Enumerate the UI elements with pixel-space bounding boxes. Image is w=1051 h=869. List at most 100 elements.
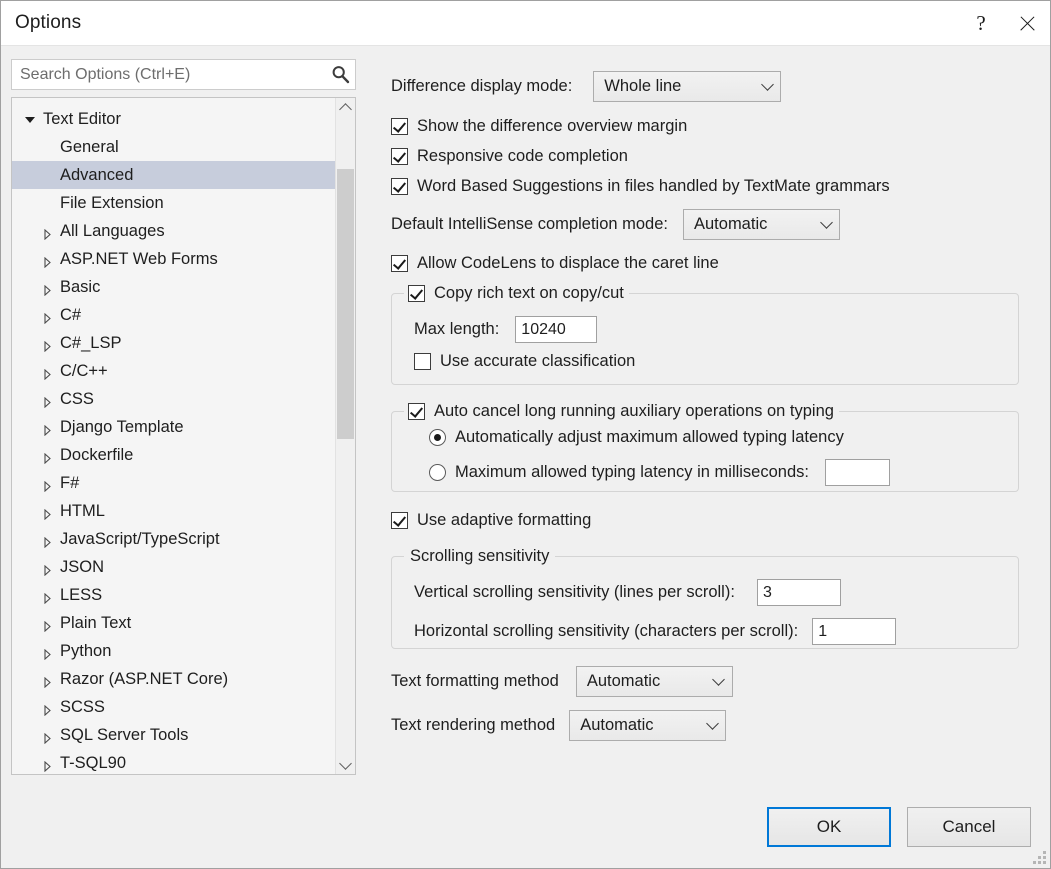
expander-collapsed-icon[interactable]: [36, 730, 58, 744]
expander-collapsed-icon[interactable]: [36, 534, 58, 548]
chevron-down-icon: [706, 673, 732, 688]
use-adaptive-formatting-label: Use adaptive formatting: [417, 511, 592, 529]
scrollbar-thumb[interactable]: [337, 169, 354, 439]
max-latency-input[interactable]: [824, 459, 890, 486]
expander-collapsed-icon[interactable]: [36, 562, 58, 576]
triangle-right-icon: [43, 310, 51, 324]
tree-item-label: JSON: [60, 557, 105, 576]
use-accurate-classification-label: Use accurate classification: [440, 352, 636, 370]
scroll-down-button[interactable]: [336, 755, 355, 774]
tree-item-label: Python: [60, 641, 112, 660]
triangle-right-icon: [43, 674, 51, 688]
expander-collapsed-icon[interactable]: [36, 702, 58, 716]
chevron-down-icon: [754, 78, 780, 93]
expander-collapsed-icon[interactable]: [36, 674, 58, 688]
scroll-up-button[interactable]: [336, 98, 355, 117]
tree-item-scss[interactable]: SCSS: [12, 693, 335, 721]
radio-maximum-allowed-latency[interactable]: Maximum allowed typing latency in millis…: [429, 459, 890, 486]
tree-item-t-sql90[interactable]: T-SQL90: [12, 749, 335, 774]
expander-collapsed-icon[interactable]: [36, 478, 58, 492]
expander-collapsed-icon[interactable]: [36, 422, 58, 436]
default-intellisense-completion-mode-dropdown[interactable]: Automatic: [683, 209, 840, 240]
resize-grip[interactable]: [1033, 851, 1046, 864]
tree-item-plain-text[interactable]: Plain Text: [12, 609, 335, 637]
tree-item-label: LESS: [60, 585, 103, 604]
tree-item-label: JavaScript/TypeScript: [60, 529, 220, 548]
tree-item-json[interactable]: JSON: [12, 553, 335, 581]
triangle-right-icon: [43, 226, 51, 240]
text-rendering-method-dropdown[interactable]: Automatic: [569, 710, 727, 741]
expander-collapsed-icon[interactable]: [36, 310, 58, 324]
tree-item-c-lsp[interactable]: C#_LSP: [12, 329, 335, 357]
allow-codelens-checkbox[interactable]: Allow CodeLens to displace the caret lin…: [391, 254, 1031, 273]
tree-item-dockerfile[interactable]: Dockerfile: [12, 441, 335, 469]
tree-item-text-editor[interactable]: Text Editor: [12, 105, 335, 133]
triangle-right-icon: [43, 366, 51, 380]
tree-item-advanced[interactable]: Advanced: [12, 161, 335, 189]
search-input[interactable]: [12, 61, 325, 88]
expander-collapsed-icon[interactable]: [36, 338, 58, 352]
tree-item-asp-net-web-forms[interactable]: ASP.NET Web Forms: [12, 245, 335, 273]
horizontal-scrolling-row: Horizontal scrolling sensitivity (charac…: [414, 618, 897, 645]
tree-item-razor-asp-net-core[interactable]: Razor (ASP.NET Core): [12, 665, 335, 693]
tree-item-python[interactable]: Python: [12, 637, 335, 665]
tree-item-html[interactable]: HTML: [12, 497, 335, 525]
expander-collapsed-icon[interactable]: [36, 758, 58, 772]
tree-scrollbar[interactable]: [335, 98, 355, 774]
search-box[interactable]: [11, 59, 356, 90]
max-length-label: Max length:: [414, 320, 500, 338]
expander-expanded-icon[interactable]: [19, 116, 41, 123]
tree-item-c[interactable]: C#: [12, 301, 335, 329]
tree-item-f[interactable]: F#: [12, 469, 335, 497]
difference-display-mode-row: Difference display mode: Whole line: [391, 71, 1031, 102]
expander-collapsed-icon[interactable]: [36, 618, 58, 632]
chevron-down-icon: [813, 216, 839, 231]
triangle-down-icon: [25, 116, 35, 123]
tree-item-django-template[interactable]: Django Template: [12, 413, 335, 441]
ok-button[interactable]: OK: [767, 807, 891, 847]
tree-item-less[interactable]: LESS: [12, 581, 335, 609]
expander-collapsed-icon[interactable]: [36, 254, 58, 268]
tree-item-javascript-typescript[interactable]: JavaScript/TypeScript: [12, 525, 335, 553]
help-button[interactable]: ?: [958, 1, 1004, 45]
text-formatting-method-dropdown[interactable]: Automatic: [575, 666, 733, 697]
tree-item-label: ASP.NET Web Forms: [60, 249, 218, 268]
tree-item-c-c[interactable]: C/C++: [12, 357, 335, 385]
vertical-scrolling-label: Vertical scrolling sensitivity (lines pe…: [414, 583, 735, 601]
expander-collapsed-icon[interactable]: [36, 366, 58, 380]
tree-item-general[interactable]: General: [12, 133, 335, 161]
close-button[interactable]: [1004, 1, 1050, 45]
tree-item-file-extension[interactable]: File Extension: [12, 189, 335, 217]
show-difference-overview-margin-checkbox[interactable]: Show the difference overview margin: [391, 117, 1031, 136]
difference-display-mode-dropdown[interactable]: Whole line: [593, 71, 782, 102]
expander-collapsed-icon[interactable]: [36, 646, 58, 660]
tree-item-sql-server-tools[interactable]: SQL Server Tools: [12, 721, 335, 749]
tree-item-label: C#_LSP: [60, 333, 122, 352]
tree-item-label: F#: [60, 473, 80, 492]
expander-collapsed-icon[interactable]: [36, 282, 58, 296]
text-rendering-method-value: Automatic: [580, 716, 654, 734]
radio-automatically-adjust-latency[interactable]: Automatically adjust maximum allowed typ…: [429, 428, 844, 447]
horizontal-scrolling-input[interactable]: [812, 618, 897, 645]
cancel-button[interactable]: Cancel: [907, 807, 1031, 847]
max-length-input[interactable]: [515, 316, 598, 343]
expander-collapsed-icon[interactable]: [36, 394, 58, 408]
auto-cancel-checkbox[interactable]: Auto cancel long running auxiliary opera…: [404, 401, 839, 421]
triangle-right-icon: [43, 534, 51, 548]
max-length-row: Max length:: [414, 316, 598, 343]
use-adaptive-formatting-checkbox[interactable]: Use adaptive formatting: [391, 511, 1031, 530]
expander-collapsed-icon[interactable]: [36, 590, 58, 604]
expander-collapsed-icon[interactable]: [36, 450, 58, 464]
expander-collapsed-icon[interactable]: [36, 506, 58, 520]
tree-item-all-languages[interactable]: All Languages: [12, 217, 335, 245]
word-based-suggestions-checkbox[interactable]: Word Based Suggestions in files handled …: [391, 177, 1031, 196]
dialog-title: Options: [15, 12, 82, 33]
tree-item-basic[interactable]: Basic: [12, 273, 335, 301]
expander-collapsed-icon[interactable]: [36, 226, 58, 240]
use-accurate-classification-checkbox[interactable]: Use accurate classification: [414, 352, 635, 371]
search-icon[interactable]: [325, 65, 355, 84]
responsive-code-completion-checkbox[interactable]: Responsive code completion: [391, 147, 1031, 166]
tree-item-css[interactable]: CSS: [12, 385, 335, 413]
vertical-scrolling-input[interactable]: [756, 579, 841, 606]
copy-rich-text-checkbox[interactable]: Copy rich text on copy/cut: [404, 283, 629, 303]
